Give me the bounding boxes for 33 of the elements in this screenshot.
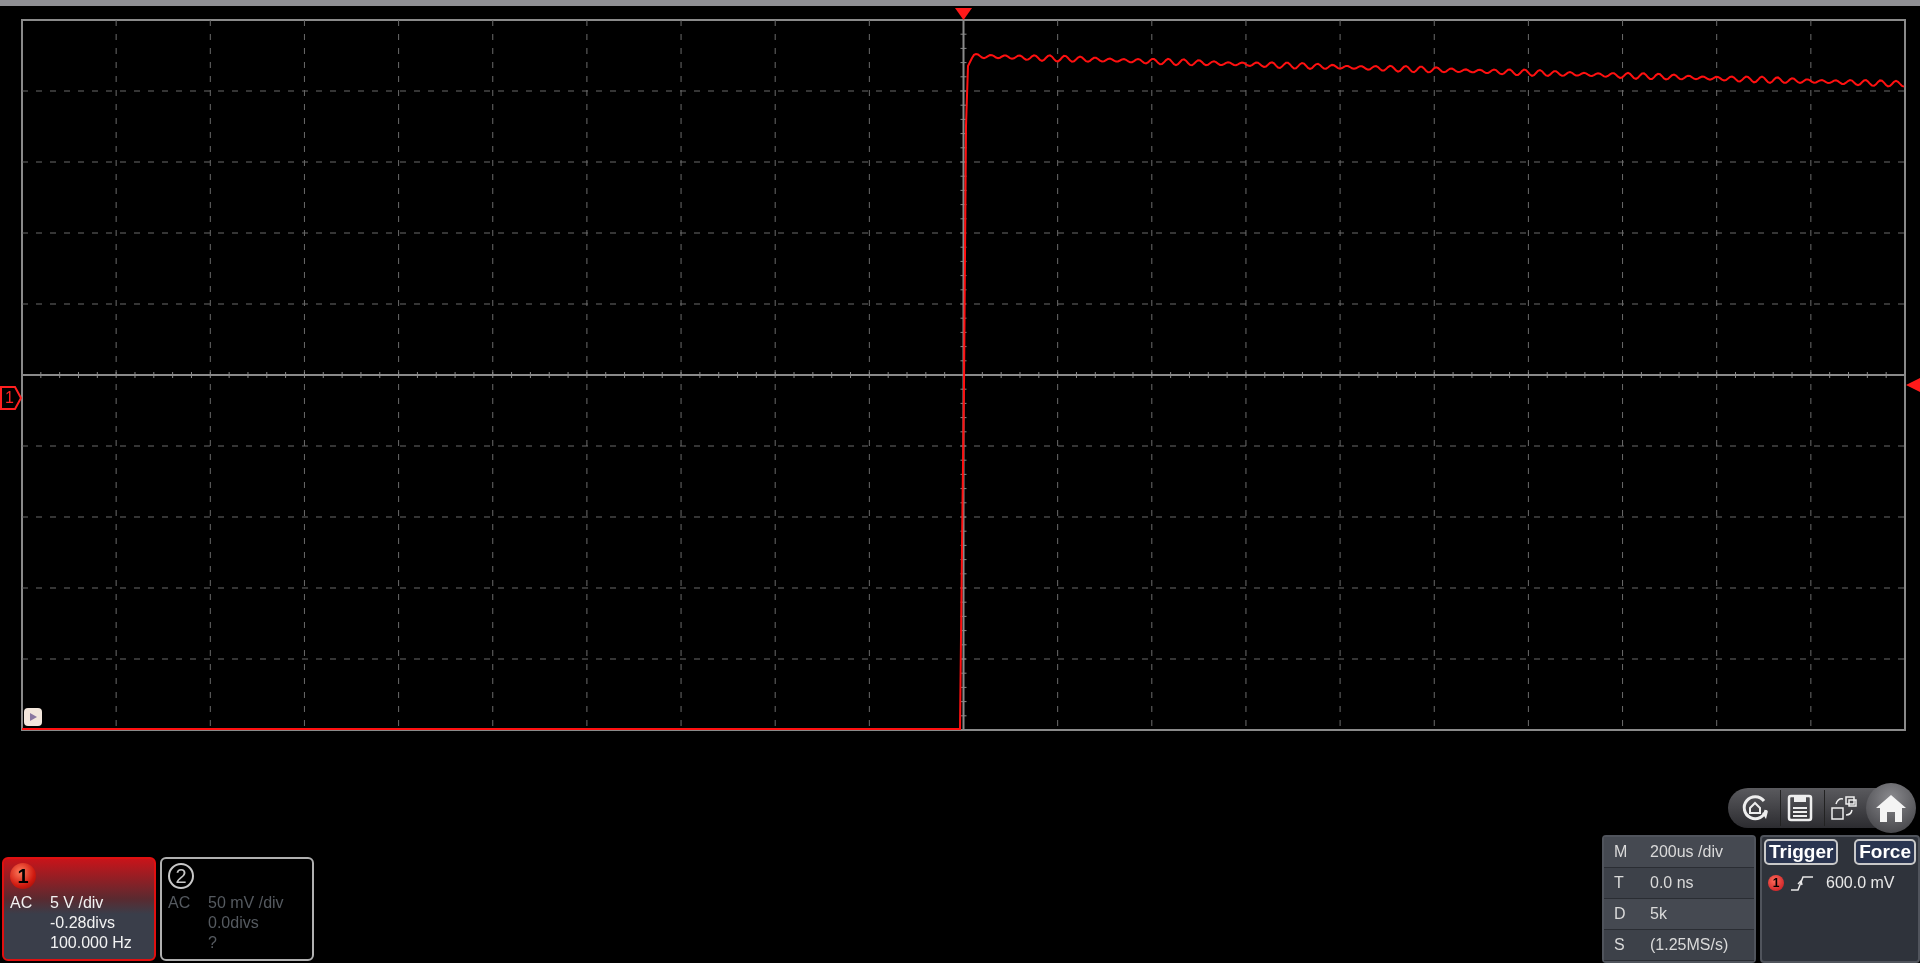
coupling-label: AC [10, 893, 34, 913]
parameter-value: 0.0 ns [1650, 873, 1694, 893]
frequency-reading: ? [208, 933, 218, 953]
coupling-label: AC [168, 893, 192, 913]
parameter-label: S [1613, 935, 1626, 955]
parameter-label: M [1613, 842, 1629, 862]
run-state-icon[interactable] [24, 708, 42, 726]
channel-marker[interactable]: 1 [0, 386, 22, 410]
parameter-value: (1.25MS/s) [1650, 935, 1729, 955]
vertical-offset: -0.28divs [50, 913, 116, 933]
vertical-offset: 0.0divs [208, 913, 260, 933]
swap-windows-icon [1829, 794, 1858, 822]
rising-edge-icon [1790, 874, 1814, 892]
home-button[interactable] [1866, 783, 1916, 833]
vertical-scale: 50 mV /div [208, 893, 284, 913]
vertical-scale: 5 V /div [50, 893, 105, 913]
channel-panel[interactable]: 2 AC 50 mV /div 0.0divs ? [160, 857, 314, 961]
frequency-reading: 100.000 Hz [50, 933, 132, 953]
trigger-voltage: 600.0 mV [1826, 873, 1895, 893]
trigger-position-marker[interactable] [955, 8, 972, 20]
force-button[interactable]: Force [1854, 839, 1916, 865]
trigger-button[interactable]: Trigger [1764, 839, 1839, 865]
trigger-source-badge: 1 [1768, 875, 1784, 891]
trigger-level-marker[interactable] [1906, 378, 1920, 392]
parameter-label: T [1613, 873, 1625, 893]
channel-panel[interactable]: 1 AC 5 V /div -0.28divs 100.000 Hz [2, 857, 156, 961]
parameter-label: D [1613, 904, 1627, 924]
channel-number-badge: 1 [10, 863, 36, 889]
house-icon [1874, 792, 1908, 824]
channel-number-badge: 2 [168, 863, 194, 889]
parameter-value: 200us /div [1650, 842, 1723, 862]
parameter-value: 5k [1650, 904, 1667, 924]
circular-arrow-home-icon [1740, 793, 1770, 823]
